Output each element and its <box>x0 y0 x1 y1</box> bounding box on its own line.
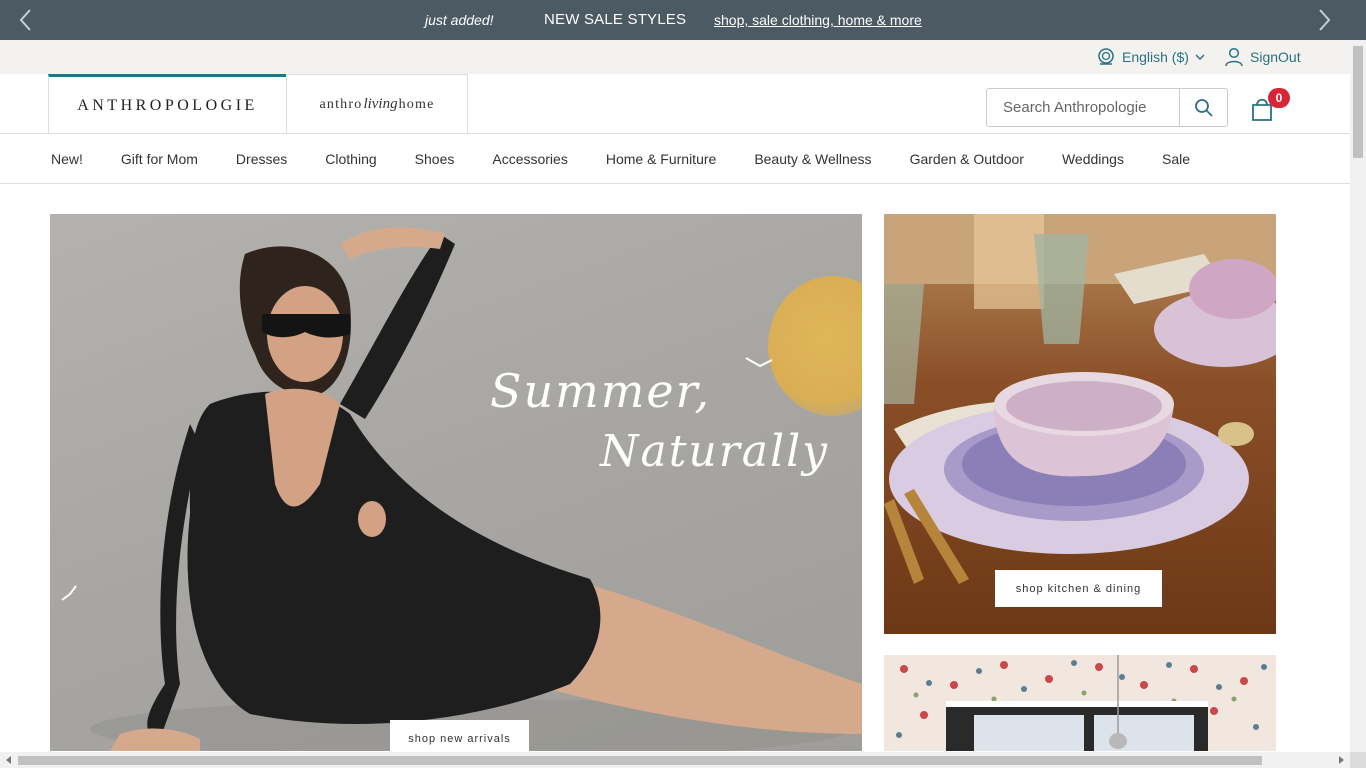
horizontal-scroll-thumb[interactable] <box>18 756 1262 765</box>
user-icon <box>1225 47 1243 67</box>
hero-model-image <box>61 227 862 751</box>
utility-bar: English ($) SignOut <box>0 40 1350 74</box>
main-nav: New! Gift for Mom Dresses Clothing Shoes… <box>0 134 1350 184</box>
nav-item-weddings[interactable]: Weddings <box>1062 151 1124 167</box>
search-button[interactable] <box>1179 89 1227 126</box>
brand-home-suffix: home <box>398 96 435 112</box>
nav-item-new[interactable]: New! <box>51 151 83 167</box>
nav-item-shoes[interactable]: Shoes <box>415 151 455 167</box>
nav-item-clothing[interactable]: Clothing <box>325 151 376 167</box>
page: just added! NEW SALE STYLES shop, sale c… <box>0 0 1366 768</box>
nav-item-home-furniture[interactable]: Home & Furniture <box>606 151 716 167</box>
site-header: ANTHROPOLOGIE anthro living home 0 <box>0 74 1350 134</box>
chevron-right-icon[interactable] <box>1312 8 1336 32</box>
vertical-scrollbar[interactable] <box>1350 40 1366 752</box>
cart-button[interactable]: 0 <box>1250 88 1290 126</box>
kitchen-dining-promo[interactable]: shop kitchen & dining <box>884 214 1276 634</box>
nav-item-beauty-wellness[interactable]: Beauty & Wellness <box>754 151 871 167</box>
signout-link[interactable]: SignOut <box>1224 47 1301 67</box>
horizontal-scrollbar[interactable] <box>0 752 1350 768</box>
nav-item-accessories[interactable]: Accessories <box>492 151 567 167</box>
language-selector[interactable]: English ($) <box>1096 47 1213 67</box>
globe-icon <box>1098 48 1114 65</box>
brand-home-script: living <box>363 96 398 112</box>
scroll-right-icon[interactable] <box>1336 755 1346 765</box>
shop-kitchen-dining-button[interactable]: shop kitchen & dining <box>995 570 1162 607</box>
hero-script-line-2: Naturally <box>600 426 830 477</box>
nav-item-sale[interactable]: Sale <box>1162 151 1190 167</box>
search-icon <box>1194 98 1213 117</box>
nav-item-gift-for-mom[interactable]: Gift for Mom <box>121 151 198 167</box>
promo-bar: just added! NEW SALE STYLES shop, sale c… <box>0 0 1366 40</box>
hero-banner[interactable]: Summer, Naturally shop new arrivals <box>50 214 862 751</box>
nav-item-dresses[interactable]: Dresses <box>236 151 287 167</box>
chevron-down-icon <box>1195 54 1205 61</box>
scroll-left-icon[interactable] <box>4 755 14 765</box>
hero-script-line-1: Summer, <box>490 364 712 418</box>
signout-label: SignOut <box>1250 49 1301 65</box>
promo-headline: NEW SALE STYLES <box>544 11 687 28</box>
chevron-left-icon[interactable] <box>14 8 38 32</box>
anthroliving-logo[interactable]: anthro living home <box>286 74 468 134</box>
language-label: English ($) <box>1122 49 1189 65</box>
brand-main-label: ANTHROPOLOGIE <box>77 96 258 114</box>
vertical-scroll-thumb[interactable] <box>1353 46 1363 158</box>
shop-new-arrivals-button[interactable]: shop new arrivals <box>390 720 529 751</box>
promo-tag: just added! <box>425 12 494 28</box>
search-input[interactable] <box>987 89 1179 126</box>
promo-link[interactable]: shop, sale clothing, home & more <box>714 12 922 28</box>
floral-wallpaper-image <box>884 655 1276 751</box>
anthropologie-logo[interactable]: ANTHROPOLOGIE <box>48 74 287 134</box>
brand-home-prefix: anthro <box>319 96 363 112</box>
floral-room-promo[interactable] <box>884 655 1276 751</box>
search-box <box>986 88 1228 127</box>
scrollbar-corner <box>1350 752 1366 768</box>
nav-item-garden-outdoor[interactable]: Garden & Outdoor <box>910 151 1024 167</box>
cart-count-badge: 0 <box>1268 88 1290 108</box>
